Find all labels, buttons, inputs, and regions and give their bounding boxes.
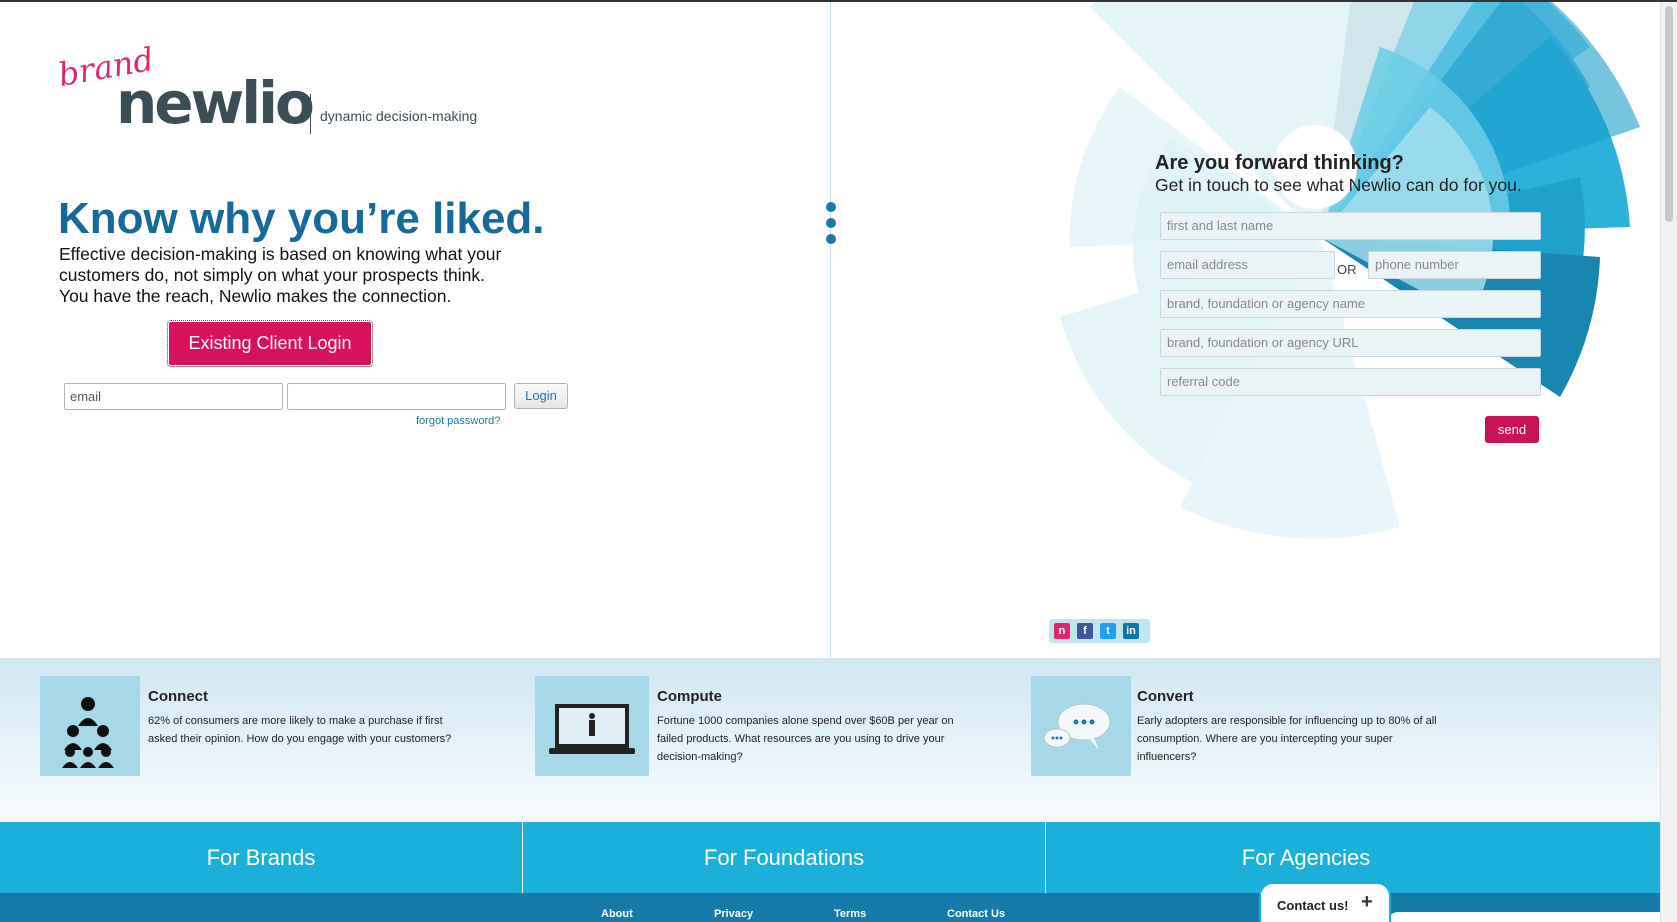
twitter-icon[interactable]: t xyxy=(1100,623,1116,639)
contact-form-title: Are you forward thinking? xyxy=(1155,152,1404,174)
feature-text: Fortune 1000 companies alone spend over … xyxy=(657,715,954,763)
contact-form: Are you forward thinking? Get in touch t… xyxy=(1155,152,1545,443)
send-button[interactable]: send xyxy=(1485,416,1539,443)
login-password-input[interactable] xyxy=(287,383,506,410)
feature-title: Compute xyxy=(657,688,722,705)
social-links: n f t in xyxy=(1049,619,1150,643)
hero-section: brand newlio dynamic decision-making Kno… xyxy=(0,2,1660,658)
scrollbar-thumb[interactable] xyxy=(1665,6,1673,222)
login-email-input[interactable]: email xyxy=(64,383,283,410)
hero-headline: Know why you’re liked. xyxy=(58,194,545,243)
hero-intro-line: You have the reach, Newlio makes the con… xyxy=(59,286,452,306)
features-section: Connect 62% of consumers are more likely… xyxy=(0,658,1660,822)
footer-link-about[interactable]: About xyxy=(601,908,633,920)
feature-text: 62% of consumers are more likely to make… xyxy=(148,715,452,745)
footer-link-privacy[interactable]: Privacy xyxy=(714,908,753,920)
plus-icon[interactable]: + xyxy=(1361,891,1373,914)
footer-link-contact[interactable]: Contact Us xyxy=(947,908,1005,920)
newlio-logo[interactable]: brand newlio dynamic decision-making xyxy=(55,40,498,142)
for-brands-link[interactable]: For Brands xyxy=(0,822,522,893)
more-dots-icon[interactable] xyxy=(825,202,837,248)
vertical-divider xyxy=(830,2,831,658)
newlio-icon[interactable]: n xyxy=(1054,623,1070,639)
linkedin-icon[interactable]: in xyxy=(1123,623,1139,639)
page-scrollbar[interactable] xyxy=(1660,2,1677,922)
page: brand newlio dynamic decision-making Kno… xyxy=(0,0,1677,922)
hero-intro: Effective decision-making is based on kn… xyxy=(59,244,559,307)
speech-bubbles-icon xyxy=(1031,676,1131,776)
logo-tagline: dynamic decision-making xyxy=(320,108,478,124)
pinwheel-graphic xyxy=(1060,2,1640,539)
logo-wordmark: newlio xyxy=(116,69,315,137)
contact-panel-edge xyxy=(1388,912,1660,922)
contact-form-subtitle: Get in touch to see what Newlio can do f… xyxy=(1155,175,1522,195)
laptop-icon xyxy=(535,676,649,776)
phone-input[interactable]: phone number xyxy=(1368,251,1541,279)
organization-name-input[interactable]: brand, foundation or agency name xyxy=(1160,290,1541,318)
organization-url-input[interactable]: brand, foundation or agency URL xyxy=(1160,329,1541,357)
contact-us-label: Contact us! xyxy=(1277,898,1349,913)
or-label: OR xyxy=(1337,262,1357,277)
facebook-icon[interactable]: f xyxy=(1077,623,1093,639)
existing-client-login-button[interactable]: Existing Client Login xyxy=(167,320,373,367)
referral-code-input[interactable]: referral code xyxy=(1160,368,1541,396)
feature-text: Early adopters are responsible for influ… xyxy=(1137,715,1437,763)
forgot-password-link[interactable]: forgot password? xyxy=(416,415,500,427)
name-input[interactable]: first and last name xyxy=(1160,212,1541,240)
category-bar: For Brands For Foundations For Agencies xyxy=(0,822,1660,893)
hero-intro-line: customers do, not simply on what your pr… xyxy=(59,265,486,285)
feature-title: Connect xyxy=(148,688,208,705)
login-button[interactable]: Login xyxy=(514,383,568,409)
for-foundations-link[interactable]: For Foundations xyxy=(523,822,1045,893)
footer-link-terms[interactable]: Terms xyxy=(834,908,866,920)
people-hierarchy-icon xyxy=(40,676,140,776)
email-input[interactable]: email address xyxy=(1160,251,1335,279)
logo-separator xyxy=(310,94,311,134)
contact-us-tab[interactable]: Contact us! + xyxy=(1259,882,1391,922)
feature-title: Convert xyxy=(1137,688,1194,705)
hero-intro-line: Effective decision-making is based on kn… xyxy=(59,244,502,264)
